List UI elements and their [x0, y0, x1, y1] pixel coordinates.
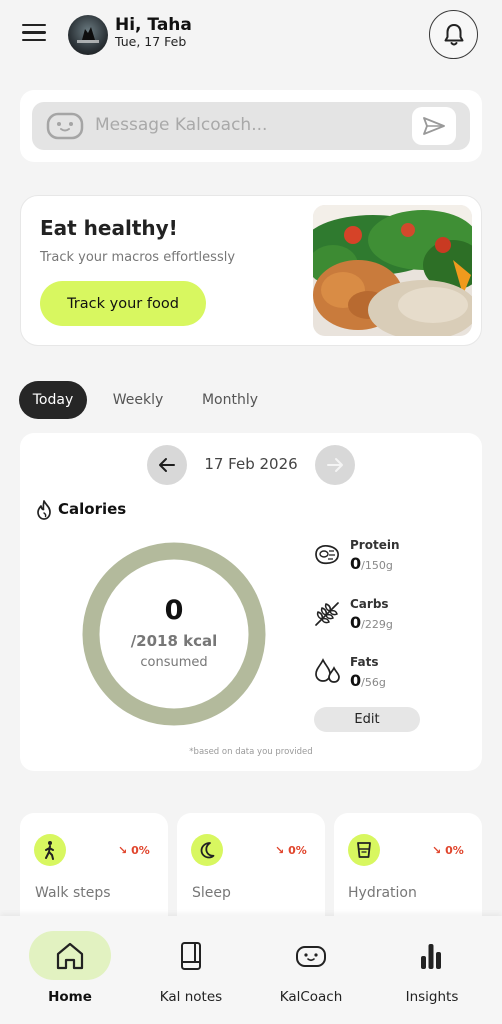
protein-amount: 0/150g	[350, 554, 393, 573]
next-day-button[interactable]	[315, 445, 355, 485]
wheat-icon	[312, 598, 342, 628]
walk-steps-change: ↘ 0%	[118, 844, 150, 857]
protein-value: 0	[350, 554, 362, 573]
fats-target: /56g	[361, 676, 386, 689]
carbs-target: /229g	[361, 618, 393, 631]
notifications-button[interactable]	[429, 10, 478, 59]
tab-monthly[interactable]: Monthly	[192, 381, 268, 419]
edit-goals-button[interactable]: Edit	[314, 707, 420, 732]
robot-icon[interactable]	[295, 940, 327, 972]
hydration-change: ↘ 0%	[432, 844, 464, 857]
salad-food-image	[313, 205, 472, 336]
protein-label: Protein	[350, 538, 400, 552]
calories-consumed-value: 0	[164, 595, 184, 626]
calories-target: /2018 kcal	[130, 632, 218, 650]
trend-down-icon: ↘	[275, 844, 285, 857]
fats-label: Fats	[350, 655, 379, 669]
send-button[interactable]	[412, 107, 456, 145]
send-icon	[423, 117, 445, 135]
track-food-button[interactable]: Track your food	[40, 281, 206, 326]
nav-kalcoach-label[interactable]: KalCoach	[256, 989, 366, 1005]
arrow-left-icon	[159, 458, 175, 472]
message-placeholder: Message Kalcoach...	[95, 115, 268, 135]
header-date: Tue, 17 Feb	[115, 34, 187, 49]
nav-kal-notes-label[interactable]: Kal notes	[136, 989, 246, 1005]
glass-icon	[348, 834, 380, 866]
steak-icon	[312, 540, 342, 570]
current-date: 17 Feb 2026	[204, 455, 298, 473]
hero-title: Eat healthy!	[40, 216, 178, 240]
greeting-text: Hi, Taha	[115, 15, 192, 35]
walk-steps-label: Walk steps	[35, 885, 111, 901]
fats-value: 0	[350, 671, 362, 690]
tab-weekly[interactable]: Weekly	[104, 381, 172, 419]
bar-chart-icon[interactable]	[415, 940, 447, 972]
flame-icon	[35, 499, 53, 521]
carbs-value: 0	[350, 613, 362, 632]
walking-icon	[34, 834, 66, 866]
previous-day-button[interactable]	[147, 445, 187, 485]
nav-insights-label[interactable]: Insights	[377, 989, 487, 1005]
avatar[interactable]	[68, 15, 108, 55]
calories-consumed-label: consumed	[140, 655, 208, 670]
menu-icon[interactable]	[22, 24, 46, 44]
avatar-silhouette	[77, 27, 99, 43]
arrow-right-icon	[327, 458, 343, 472]
home-icon[interactable]	[54, 940, 86, 972]
hydration-change-value: 0%	[445, 844, 464, 857]
carbs-label: Carbs	[350, 597, 389, 611]
hydration-label: Hydration	[348, 885, 417, 901]
protein-target: /150g	[361, 559, 393, 572]
notebook-icon[interactable]	[175, 940, 207, 972]
robot-icon	[46, 112, 84, 140]
moon-icon	[191, 834, 223, 866]
fats-amount: 0/56g	[350, 671, 386, 690]
sleep-change-value: 0%	[288, 844, 307, 857]
tab-today[interactable]: Today	[19, 381, 87, 419]
bell-icon	[444, 23, 463, 45]
sleep-label: Sleep	[192, 885, 231, 901]
data-footnote: *based on data you provided	[189, 747, 313, 757]
sleep-change: ↘ 0%	[275, 844, 307, 857]
trend-down-icon: ↘	[432, 844, 442, 857]
carbs-amount: 0/229g	[350, 613, 393, 632]
calories-label: Calories	[58, 500, 127, 518]
nav-home-label[interactable]: Home	[15, 989, 125, 1005]
hero-subtitle: Track your macros effortlessly	[40, 250, 236, 265]
droplets-icon	[312, 656, 342, 686]
trend-down-icon: ↘	[118, 844, 128, 857]
walk-steps-change-value: 0%	[131, 844, 150, 857]
